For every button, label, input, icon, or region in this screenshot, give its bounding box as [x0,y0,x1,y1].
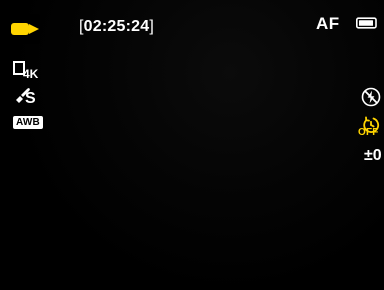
focus-mode-indicator[interactable]: AF [316,14,340,34]
record-time-value: 02:25:24 [83,18,150,35]
battery-icon [356,17,377,29]
record-time-close-bracket: ] [149,18,154,35]
exposure-compensation[interactable]: ±0 [364,147,382,165]
mode-button[interactable] [10,14,40,44]
video-camera-lens [29,24,39,34]
top-status-bar: [02:25:24] AF [0,0,384,60]
flash-off-icon[interactable] [361,87,381,107]
resolution-indicator[interactable]: 4K [13,60,45,84]
sharpness-indicator[interactable]: S [13,86,45,110]
record-time: [02:25:24] [79,18,154,36]
self-timer-off-label: OFF [358,127,379,138]
white-balance-indicator[interactable]: AWB [13,116,43,129]
video-camera-body [11,23,29,35]
self-timer-indicator[interactable]: OFF [358,115,384,141]
camera-viewfinder: [02:25:24] AF 4K S AWB OFF ±0 [0,0,384,290]
sharpness-label: S [25,90,36,107]
video-camera-icon [11,20,39,38]
resolution-label: 4K [23,67,39,81]
